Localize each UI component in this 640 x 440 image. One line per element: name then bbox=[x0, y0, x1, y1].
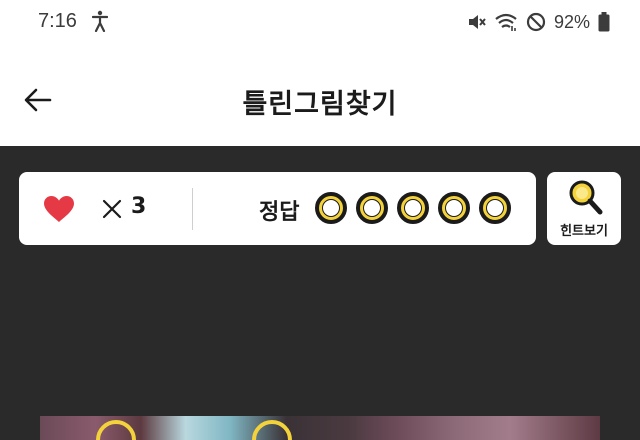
puzzle-image[interactable] bbox=[40, 416, 600, 440]
magnifier-icon bbox=[569, 180, 603, 215]
app-bar: 틀린그림찾기 bbox=[0, 46, 640, 146]
hint-label: 힌트보기 bbox=[560, 224, 608, 239]
mute-icon bbox=[468, 15, 486, 29]
answer-label: 정답 bbox=[259, 200, 300, 225]
do-not-disturb-icon bbox=[526, 12, 546, 32]
status-time: 7:16 bbox=[38, 10, 77, 32]
answer-slot bbox=[438, 192, 470, 224]
status-bar: 7:16 92% bbox=[0, 0, 640, 46]
game-area: 3 정답 힌트보기 bbox=[0, 146, 640, 440]
found-difference-marker bbox=[252, 420, 292, 440]
heart-icon bbox=[44, 196, 74, 222]
status-icons: 92% bbox=[466, 10, 610, 34]
game-status-card: 3 정답 bbox=[19, 172, 536, 245]
answer-slot bbox=[397, 192, 429, 224]
answer-slot bbox=[315, 192, 347, 224]
battery-icon bbox=[598, 12, 610, 32]
answer-slot bbox=[479, 192, 511, 224]
wifi-icon bbox=[495, 13, 517, 31]
answer-slot bbox=[356, 192, 388, 224]
answer-slots bbox=[315, 192, 511, 226]
accessibility-icon bbox=[92, 10, 108, 32]
battery-percent: 92% bbox=[553, 11, 590, 32]
found-difference-marker bbox=[96, 420, 136, 440]
lives-count: 3 bbox=[131, 194, 147, 219]
times-icon bbox=[102, 199, 122, 219]
card-divider bbox=[192, 188, 193, 230]
hint-button[interactable]: 힌트보기 bbox=[547, 172, 621, 245]
page-title: 틀린그림찾기 bbox=[242, 89, 398, 120]
